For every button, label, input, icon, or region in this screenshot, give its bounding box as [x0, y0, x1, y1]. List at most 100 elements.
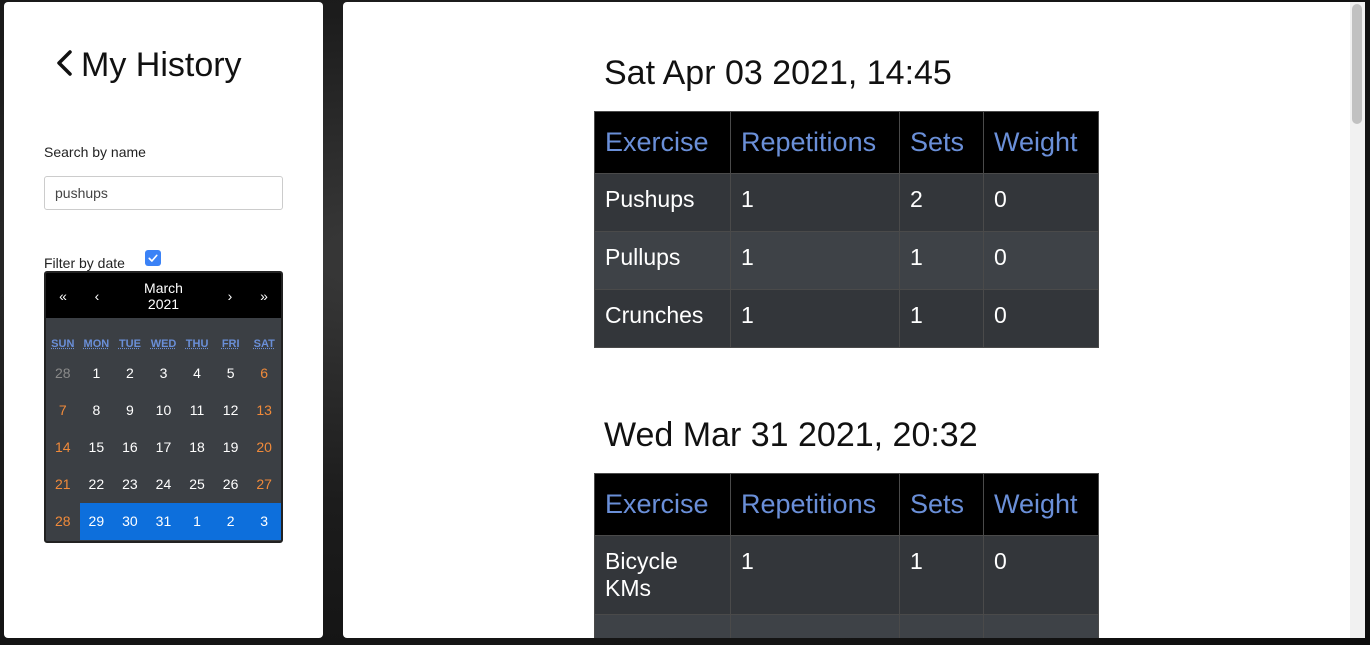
next-year-button[interactable]: »: [247, 288, 281, 304]
calendar-day-selected[interactable]: 31: [146, 503, 181, 540]
calendar-navigation: « ‹ March 2021 › »: [46, 273, 281, 318]
session-title: Sat Apr 03 2021, 14:45: [604, 54, 952, 92]
calendar-day[interactable]: 14: [46, 429, 80, 466]
calendar-weekdays: SUN MON TUE WED THU FRI SAT: [46, 333, 281, 355]
next-month-button[interactable]: ›: [213, 288, 247, 304]
calendar-day[interactable]: 15: [80, 429, 114, 466]
calendar-day[interactable]: 24: [147, 466, 181, 503]
table-row: Pushups 1 2 0: [594, 173, 1099, 232]
calendar-month-label[interactable]: March 2021: [114, 280, 213, 312]
filter-row: Filter by date: [44, 250, 161, 271]
calendar-month: March: [144, 279, 183, 296]
session-table: Exercise Repetitions Sets Weight Pushups…: [594, 111, 1099, 348]
weekday-sat: SAT: [253, 338, 275, 350]
column-header: Weight: [983, 473, 1099, 536]
table-row: Bicycle KMs 1 1 0: [594, 535, 1099, 615]
weekday-sun: SUN: [51, 338, 75, 350]
calendar-day[interactable]: 10: [147, 392, 181, 429]
weekday-tue: TUE: [118, 338, 141, 350]
history-panel: Sat Apr 03 2021, 14:45 Exercise Repetiti…: [343, 2, 1350, 638]
calendar-day[interactable]: 23: [113, 466, 147, 503]
table-cell: 0: [983, 173, 1099, 232]
table-cell: Pushups: [594, 173, 731, 232]
date-calendar: « ‹ March 2021 › » SUN MON TUE WED THU F…: [44, 271, 283, 543]
weekday-thu: THU: [185, 338, 209, 350]
chevron-left-icon[interactable]: [54, 48, 81, 83]
table-cell: [594, 614, 731, 638]
column-header: Exercise: [594, 111, 731, 174]
calendar-days: 28 1 2 3 4 5 6 7 8 9 10 11 12 13 14 15 1…: [46, 355, 281, 540]
table-cell: Crunches: [594, 289, 731, 348]
calendar-day[interactable]: 25: [180, 466, 214, 503]
table-cell: 2: [899, 173, 984, 232]
table-cell: [983, 614, 1099, 638]
calendar-day[interactable]: 13: [247, 392, 281, 429]
column-header: Weight: [983, 111, 1099, 174]
table-header-row: Exercise Repetitions Sets Weight: [594, 473, 1099, 536]
table-row: Pullups 1 1 0: [594, 231, 1099, 290]
calendar-day-selected[interactable]: 1: [180, 503, 214, 540]
calendar-day[interactable]: 21: [46, 466, 80, 503]
table-cell: 1: [899, 231, 984, 290]
column-header: Sets: [899, 473, 984, 536]
calendar-day[interactable]: 27: [247, 466, 281, 503]
page-title: My History: [81, 46, 242, 84]
table-cell: 1: [730, 535, 900, 615]
weekday-wed: WED: [150, 338, 177, 350]
table-cell: [730, 614, 900, 638]
calendar-day[interactable]: 7: [46, 392, 80, 429]
search-label: Search by name: [44, 144, 146, 160]
table-row: [594, 614, 1099, 638]
scrollbar-thumb[interactable]: [1352, 4, 1362, 124]
calendar-day[interactable]: 22: [80, 466, 114, 503]
calendar-day[interactable]: 12: [214, 392, 248, 429]
table-cell: 1: [730, 173, 900, 232]
calendar-day[interactable]: 18: [180, 429, 214, 466]
calendar-day[interactable]: 20: [247, 429, 281, 466]
prev-year-button[interactable]: «: [46, 288, 80, 304]
calendar-day[interactable]: 28: [46, 503, 80, 540]
table-cell: 1: [899, 289, 984, 348]
table-cell: 0: [983, 535, 1099, 615]
calendar-day-selected[interactable]: 30: [113, 503, 147, 540]
session-title: Wed Mar 31 2021, 20:32: [604, 416, 978, 454]
filter-date-checkbox[interactable]: [144, 250, 161, 266]
prev-month-button[interactable]: ‹: [80, 288, 114, 304]
filter-label: Filter by date: [44, 255, 125, 271]
session-table: Exercise Repetitions Sets Weight Bicycle…: [594, 473, 1099, 638]
calendar-day-selected[interactable]: 29: [79, 503, 114, 540]
table-cell: Bicycle KMs: [594, 535, 731, 615]
sidebar: My History Search by name Filter by date…: [4, 2, 323, 638]
calendar-day[interactable]: 3: [147, 355, 181, 392]
table-cell: 0: [983, 289, 1099, 348]
calendar-day[interactable]: 16: [113, 429, 147, 466]
table-row: Crunches 1 1 0: [594, 289, 1099, 348]
vertical-scrollbar[interactable]: [1350, 2, 1365, 638]
table-cell: 0: [983, 231, 1099, 290]
calendar-day[interactable]: 1: [80, 355, 114, 392]
weekday-fri: FRI: [221, 338, 240, 350]
weekday-mon: MON: [83, 338, 110, 350]
calendar-day[interactable]: 4: [180, 355, 214, 392]
calendar-day[interactable]: 8: [80, 392, 114, 429]
calendar-day[interactable]: 17: [147, 429, 181, 466]
table-cell: Pullups: [594, 231, 731, 290]
calendar-day-selected[interactable]: 2: [213, 503, 248, 540]
calendar-year: 2021: [147, 295, 180, 312]
calendar-day[interactable]: 5: [214, 355, 248, 392]
column-header: Repetitions: [730, 111, 900, 174]
back-header[interactable]: My History: [54, 46, 242, 85]
column-header: Sets: [899, 111, 984, 174]
calendar-day[interactable]: 9: [113, 392, 147, 429]
table-cell: 1: [899, 535, 984, 615]
check-icon: [148, 254, 158, 262]
search-input[interactable]: [44, 176, 283, 210]
calendar-day[interactable]: 2: [113, 355, 147, 392]
calendar-day[interactable]: 11: [180, 392, 214, 429]
calendar-day[interactable]: 26: [214, 466, 248, 503]
calendar-day-selected[interactable]: 3: [247, 503, 281, 540]
table-cell: [899, 614, 984, 638]
calendar-day[interactable]: 6: [247, 355, 281, 392]
calendar-day[interactable]: 28: [46, 355, 80, 392]
calendar-day[interactable]: 19: [214, 429, 248, 466]
